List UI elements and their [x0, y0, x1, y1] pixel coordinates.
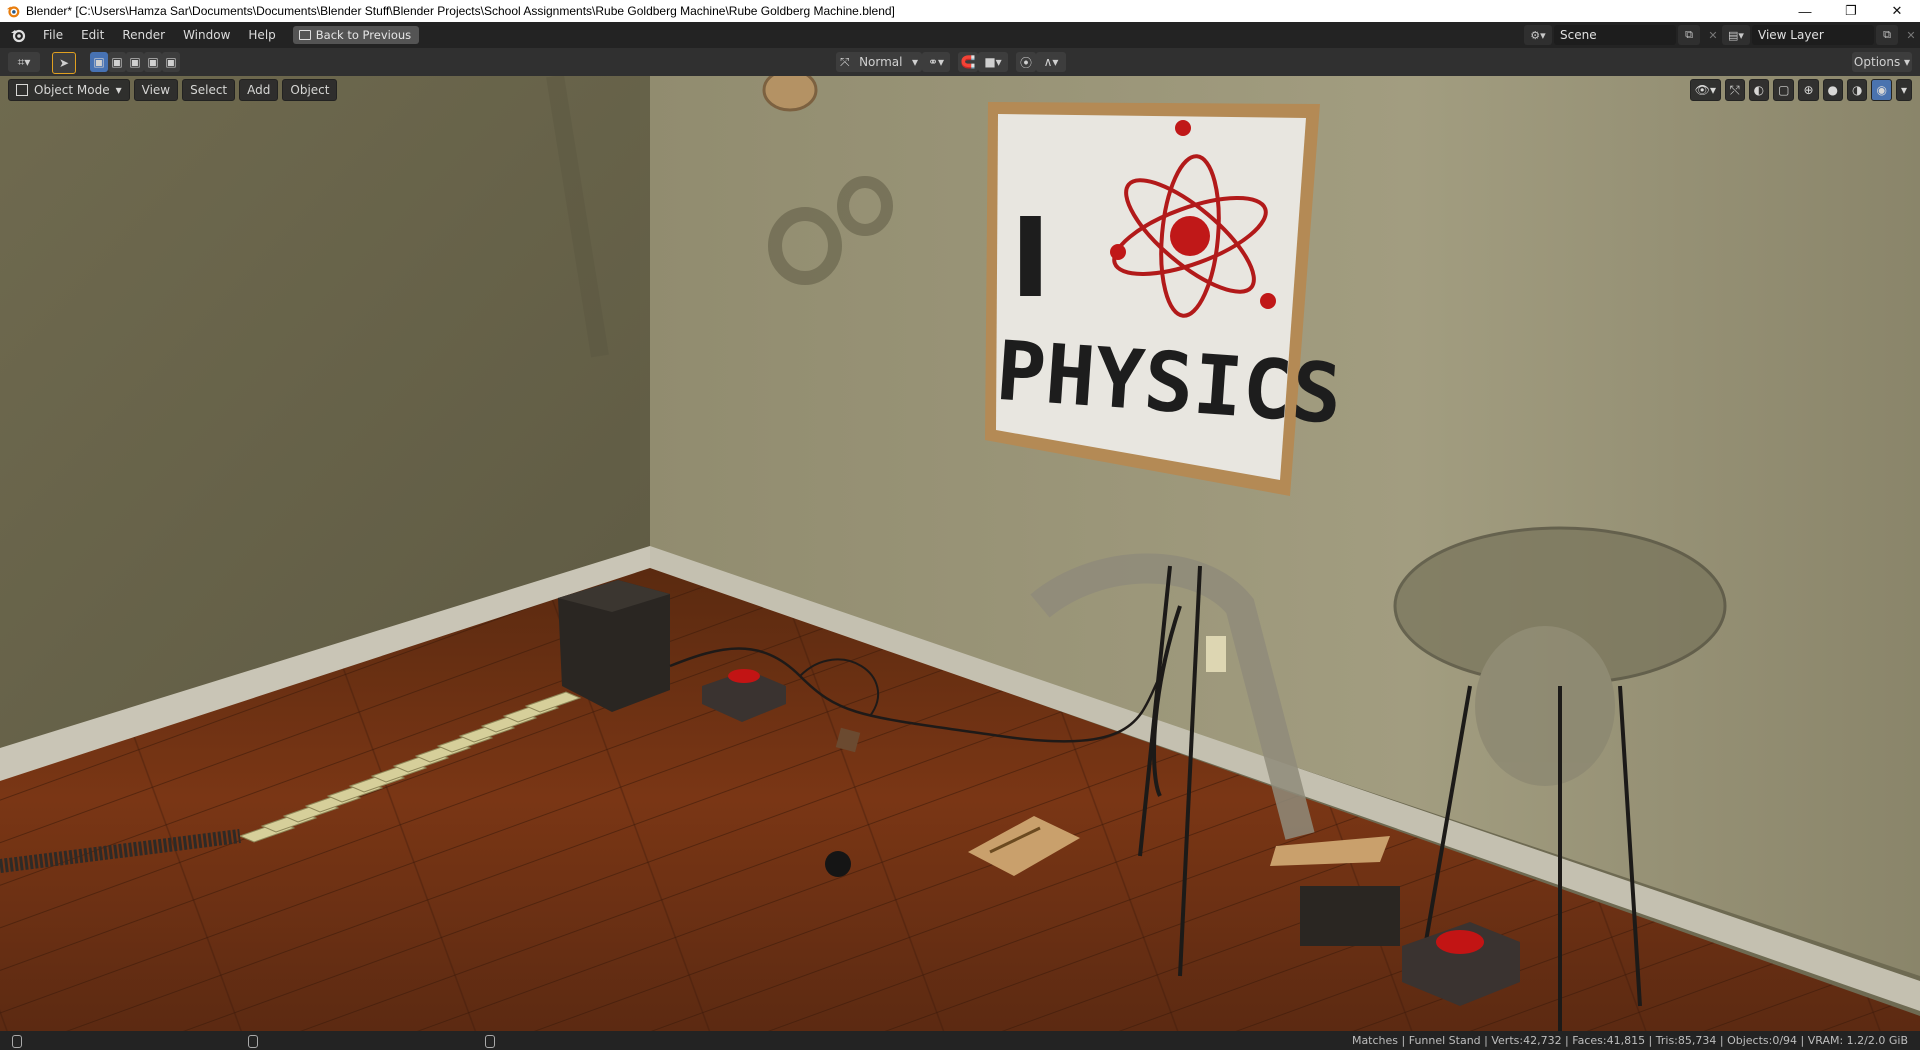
- select-tool-icon[interactable]: ➤: [52, 52, 76, 74]
- material-shading-icon[interactable]: ◑: [1847, 79, 1868, 101]
- orientation-label: Normal: [859, 55, 903, 69]
- tool-header: ⌗▾ ➤ ▣ ▣ ▣ ▣ ▣ ⤧ Normal ▾ ⚭▾ 🧲 ■▾ ⦿ ∧▾ O…: [0, 48, 1920, 76]
- wireframe-shading-icon[interactable]: ⊕: [1798, 79, 1819, 101]
- shading-options-icon[interactable]: ▾: [1895, 79, 1912, 101]
- xray-toggle-icon[interactable]: ▢: [1773, 79, 1795, 101]
- 3d-viewport[interactable]: I PHYSICS Object Mode ▾ View Select Add …: [0, 76, 1920, 1031]
- remove-view-layer-icon[interactable]: ✕: [1900, 25, 1920, 45]
- scene-name-field[interactable]: Scene: [1554, 25, 1676, 45]
- screen-back-icon: [298, 30, 311, 40]
- view-layer-name-field[interactable]: View Layer: [1752, 25, 1874, 45]
- top-menubar: File Edit Render Window Help Back to Pre…: [0, 22, 1920, 48]
- select-extend-icon[interactable]: ▣: [108, 52, 126, 72]
- chevron-down-icon: ▾: [115, 83, 122, 97]
- falloff-icon[interactable]: ∧▾: [1036, 52, 1066, 72]
- viewport-menu-select[interactable]: Select: [182, 79, 236, 101]
- rendered-shading-icon[interactable]: ◉: [1871, 79, 1892, 101]
- visibility-icon[interactable]: 👁▾: [1689, 79, 1722, 101]
- options-dropdown[interactable]: Options ▾: [1852, 52, 1912, 72]
- back-to-previous-button[interactable]: Back to Previous: [292, 26, 420, 44]
- restore-button[interactable]: ❐: [1828, 0, 1874, 22]
- rendered-scene: I PHYSICS: [0, 76, 1920, 1031]
- chevron-down-icon: ▾: [911, 55, 918, 69]
- orientation-icon: ⤧: [840, 54, 850, 69]
- select-new-icon[interactable]: ▣: [90, 52, 108, 72]
- select-invert-icon[interactable]: ▣: [144, 52, 162, 72]
- scene-selector: ⚙▾ Scene ⧉ ✕: [1524, 25, 1724, 45]
- menu-file[interactable]: File: [34, 22, 72, 48]
- viewport-menu-view[interactable]: View: [133, 79, 179, 101]
- blender-menu-icon[interactable]: [10, 27, 26, 43]
- menu-render[interactable]: Render: [113, 22, 174, 48]
- new-view-layer-icon[interactable]: ⧉: [1876, 25, 1898, 45]
- viewport-menu-add[interactable]: Add: [239, 79, 279, 101]
- transform-orientation-dropdown[interactable]: ⤧ Normal ▾: [836, 52, 922, 72]
- select-intersect-icon[interactable]: ▣: [162, 52, 180, 72]
- scene-browse-icon[interactable]: ⚙▾: [1524, 25, 1552, 45]
- editor-type-icon[interactable]: ⌗▾: [8, 52, 40, 72]
- overlays-toggle-icon[interactable]: ◐: [1748, 79, 1770, 101]
- poster-text-i: I: [1010, 194, 1051, 322]
- view-layer-browse-icon[interactable]: ▤▾: [1722, 25, 1750, 45]
- mouse-middle-icon: [248, 1035, 258, 1048]
- menu-window[interactable]: Window: [174, 22, 239, 48]
- window-title: Blender* [C:\Users\Hamza Sar\Documents\D…: [26, 4, 895, 18]
- snap-toggle-icon[interactable]: 🧲: [958, 52, 978, 72]
- object-mode-label: Object Mode: [34, 83, 110, 97]
- new-scene-icon[interactable]: ⧉: [1678, 25, 1700, 45]
- blender-logo-icon: [6, 6, 20, 18]
- close-button[interactable]: ✕: [1874, 0, 1920, 22]
- status-bar: Matches | Funnel Stand | Verts:42,732 | …: [0, 1031, 1920, 1050]
- object-mode-icon: [16, 84, 28, 96]
- proportional-edit-icon[interactable]: ⦿: [1016, 52, 1036, 72]
- viewport-header: Object Mode ▾ View Select Add Object: [8, 79, 338, 101]
- options-label: Options: [1853, 55, 1901, 69]
- select-subtract-icon[interactable]: ▣: [126, 52, 144, 72]
- minimize-button[interactable]: —: [1782, 0, 1828, 22]
- viewport-shading-controls: 👁▾ ⤲ ◐ ▢ ⊕ ● ◑ ◉ ▾: [1689, 79, 1912, 101]
- pivot-point-icon[interactable]: ⚭▾: [922, 52, 950, 72]
- snap-target-icon[interactable]: ■▾: [978, 52, 1008, 72]
- viewport-menu-object[interactable]: Object: [282, 79, 338, 101]
- scene-statistics: Matches | Funnel Stand | Verts:42,732 | …: [1351, 1034, 1908, 1047]
- black-ball: [825, 851, 851, 877]
- menu-edit[interactable]: Edit: [72, 22, 113, 48]
- gizmo-toggle-icon[interactable]: ⤲: [1725, 79, 1745, 101]
- object-mode-dropdown[interactable]: Object Mode ▾: [8, 79, 130, 101]
- chevron-down-icon: ▾: [1900, 55, 1911, 69]
- remove-scene-icon[interactable]: ✕: [1702, 25, 1724, 45]
- mouse-right-icon: [485, 1035, 495, 1048]
- window-titlebar: Blender* [C:\Users\Hamza Sar\Documents\D…: [0, 0, 1920, 22]
- view-layer-selector: ▤▾ View Layer ⧉ ✕: [1722, 25, 1920, 45]
- mouse-left-icon: [12, 1035, 22, 1048]
- back-button-label: Back to Previous: [315, 28, 412, 42]
- solid-shading-icon[interactable]: ●: [1822, 79, 1843, 101]
- menu-help[interactable]: Help: [239, 22, 284, 48]
